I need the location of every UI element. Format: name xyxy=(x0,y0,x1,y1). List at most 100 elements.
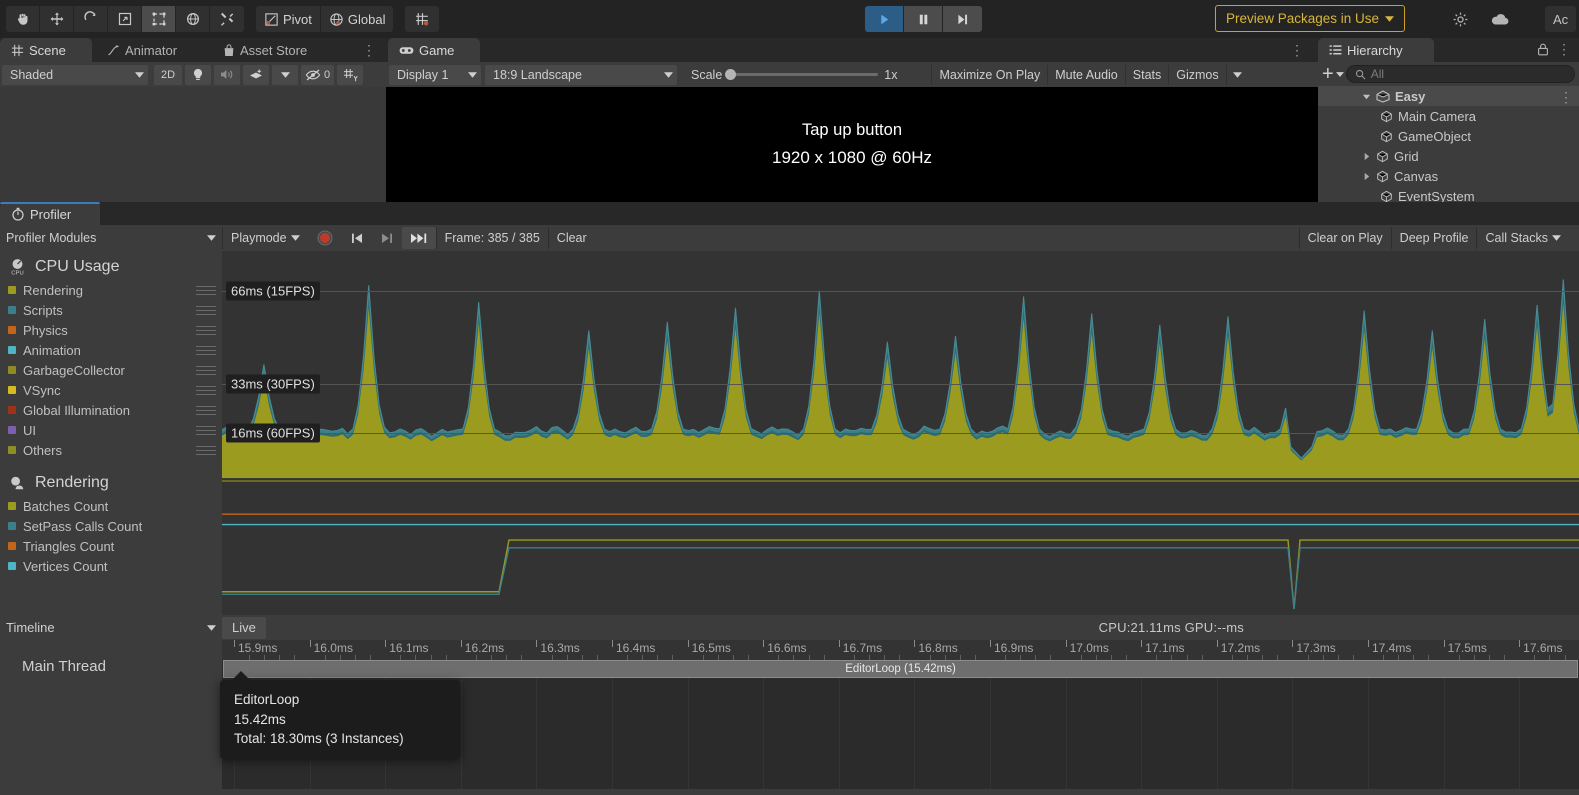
mute-audio-button[interactable]: Mute Audio xyxy=(1047,64,1125,85)
module-item-global-illumination[interactable]: Global Illumination xyxy=(0,400,222,420)
module-item-vertices-count[interactable]: Vertices Count xyxy=(0,556,222,576)
game-viewport[interactable]: Tap up button 1920 x 1080 @ 60Hz xyxy=(386,87,1318,202)
hierarchy-item-eventsystem[interactable]: EventSystem xyxy=(1318,186,1579,202)
hierarchy-add-button[interactable]: + xyxy=(1322,64,1344,84)
profiler-first-frame-button[interactable] xyxy=(342,227,372,249)
module-item-setpass-calls-count[interactable]: SetPass Calls Count xyxy=(0,516,222,536)
cpu-gpu-stats: CPU:21.11ms GPU:--ms xyxy=(1098,620,1244,635)
hierarchy-item-gameobject[interactable]: GameObject xyxy=(1318,126,1579,146)
tab-profiler[interactable]: Profiler xyxy=(0,202,100,226)
module-item-physics[interactable]: Physics xyxy=(0,320,222,340)
game-scale-knob[interactable] xyxy=(725,69,737,80)
hand-tool-button[interactable] xyxy=(6,6,40,32)
pivot-button[interactable]: Pivot xyxy=(256,6,321,32)
module-item-batches-count[interactable]: Batches Count xyxy=(0,496,222,516)
hierarchy-menu-button[interactable]: ⋮ xyxy=(1557,41,1571,58)
move-tool-button[interactable] xyxy=(40,6,74,32)
gizmos-button[interactable]: Gizmos xyxy=(1168,64,1225,85)
drag-handle-icon[interactable] xyxy=(196,426,216,438)
module-item-rendering[interactable]: Rendering xyxy=(0,280,222,300)
drag-handle-icon[interactable] xyxy=(196,286,216,298)
rect-tool-button[interactable] xyxy=(142,6,176,32)
game-scale-slider[interactable] xyxy=(725,69,879,80)
module-item-ui[interactable]: UI xyxy=(0,420,222,440)
preview-packages-button[interactable]: Preview Packages in Use xyxy=(1215,5,1406,32)
game-dock-menu-button[interactable]: ⋮ xyxy=(1290,42,1304,59)
play-button[interactable] xyxy=(865,6,904,32)
tab-game[interactable]: Game xyxy=(388,38,480,62)
scene-fx-toggle[interactable] xyxy=(243,64,269,85)
chevron-down-icon[interactable] xyxy=(1362,92,1371,101)
drag-handle-icon[interactable] xyxy=(196,366,216,378)
maximize-on-play-button[interactable]: Maximize On Play xyxy=(931,64,1047,85)
pause-button[interactable] xyxy=(904,6,943,32)
hierarchy-scene-menu-button[interactable]: ⋮ xyxy=(1559,89,1573,106)
custom-tool-button[interactable] xyxy=(210,6,244,32)
rotate-tool-button[interactable] xyxy=(74,6,108,32)
timeline-thread-main[interactable]: Main Thread xyxy=(22,658,106,675)
scene-dock-menu-button[interactable]: ⋮ xyxy=(362,42,376,59)
profiler-call-stacks-button[interactable]: Call Stacks xyxy=(1476,227,1569,249)
game-aspect-dropdown[interactable]: 18:9 Landscape xyxy=(485,64,677,85)
scene-audio-toggle[interactable] xyxy=(214,64,240,85)
chevron-right-icon[interactable] xyxy=(1362,152,1371,161)
rendering-chart[interactable] xyxy=(222,479,1579,615)
timeline-view-dropdown[interactable]: Timeline xyxy=(0,617,222,639)
timeline-sample-editorloop[interactable]: EditorLoop (15.42ms) xyxy=(223,660,1578,678)
chevron-right-icon[interactable] xyxy=(1362,172,1371,181)
profiler-clear-button[interactable]: Clear xyxy=(547,227,595,249)
game-display-dropdown[interactable]: Display 1 xyxy=(389,64,481,85)
hierarchy-search-input[interactable]: All xyxy=(1345,65,1575,83)
module-header-cpu-usage[interactable]: CPU CPU Usage xyxy=(0,251,222,280)
scene-viewport[interactable] xyxy=(0,87,386,202)
scale-tool-button[interactable] xyxy=(108,6,142,32)
hierarchy-item-easy[interactable]: Easy ⋮ xyxy=(1318,86,1579,106)
cloud-button[interactable] xyxy=(1480,6,1520,32)
profiler-deep-profile-button[interactable]: Deep Profile xyxy=(1390,227,1477,249)
module-item-scripts[interactable]: Scripts xyxy=(0,300,222,320)
profiler-modules-dropdown[interactable]: Profiler Modules xyxy=(0,227,222,249)
drag-handle-icon[interactable] xyxy=(196,446,216,458)
stats-button[interactable]: Stats xyxy=(1124,64,1169,85)
scene-hidden-objects-toggle[interactable]: 0 xyxy=(301,64,335,85)
module-item-animation[interactable]: Animation xyxy=(0,340,222,360)
tab-scene[interactable]: Scene xyxy=(0,38,92,62)
account-button[interactable]: Ac xyxy=(1545,6,1577,32)
timeline-live-toggle[interactable]: Live xyxy=(222,616,266,639)
scene-fx-dropdown[interactable] xyxy=(272,64,298,85)
gizmos-dropdown[interactable] xyxy=(1225,64,1248,85)
tab-hierarchy[interactable]: Hierarchy xyxy=(1318,38,1434,62)
scene-grid-toggle[interactable] xyxy=(337,64,364,85)
hierarchy-item-canvas[interactable]: Canvas xyxy=(1318,166,1579,186)
module-item-triangles-count[interactable]: Triangles Count xyxy=(0,536,222,556)
step-button[interactable] xyxy=(943,6,982,32)
module-item-others[interactable]: Others xyxy=(0,440,222,460)
hierarchy-item-grid[interactable]: Grid xyxy=(1318,146,1579,166)
profiler-next-frame-button[interactable] xyxy=(372,227,402,249)
drag-handle-icon[interactable] xyxy=(196,406,216,418)
transform-tool-button[interactable] xyxy=(176,6,210,32)
tab-animator[interactable]: Animator xyxy=(96,38,206,62)
grid-snap-button[interactable] xyxy=(405,6,440,32)
drag-handle-icon[interactable] xyxy=(196,326,216,338)
module-item-vsync[interactable]: VSync xyxy=(0,380,222,400)
scene-2d-toggle[interactable]: 2D xyxy=(154,64,182,85)
timeline-ruler[interactable]: 15.9ms 16.0ms 16.1ms 16.2ms 16.3ms 16.4ms 16.5… xyxy=(222,640,1579,660)
scene-lighting-toggle[interactable] xyxy=(185,64,211,85)
scene-draw-mode-dropdown[interactable]: Shaded xyxy=(2,64,148,85)
cpu-usage-chart[interactable]: 66ms (15FPS) 33ms (30FPS) 16ms (60FPS) xyxy=(222,251,1579,478)
drag-handle-icon[interactable] xyxy=(196,386,216,398)
module-item-garbagecollector[interactable]: GarbageCollector xyxy=(0,360,222,380)
drag-handle-icon[interactable] xyxy=(196,346,216,358)
drag-handle-icon[interactable] xyxy=(196,306,216,318)
profiler-clear-on-play-button[interactable]: Clear on Play xyxy=(1298,227,1391,249)
tab-asset-store[interactable]: Asset Store xyxy=(212,38,336,62)
global-button[interactable]: Global xyxy=(320,6,394,32)
services-button[interactable] xyxy=(1440,6,1480,32)
profiler-last-frame-button[interactable] xyxy=(401,227,436,249)
hierarchy-item-main-camera[interactable]: Main Camera xyxy=(1318,106,1579,126)
profiler-record-button[interactable] xyxy=(308,227,342,249)
hierarchy-lock-button[interactable] xyxy=(1537,43,1549,59)
profiler-playmode-dropdown[interactable]: Playmode xyxy=(222,227,308,249)
module-header-rendering[interactable]: Rendering xyxy=(0,468,222,496)
